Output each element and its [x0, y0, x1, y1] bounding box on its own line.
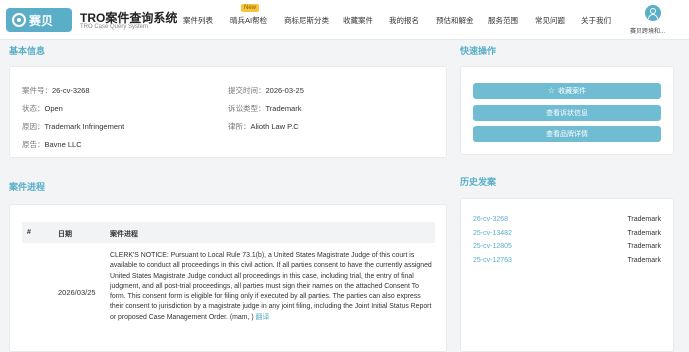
case-number-value: 26-cv-3268	[52, 86, 90, 95]
nav-my-signups[interactable]: 我的报名	[389, 15, 419, 26]
law-firm-value: Alioth Law P.C	[250, 122, 299, 131]
law-firm-row: 律所：Alioth Law P.C	[228, 121, 299, 132]
lawsuit-type-label: 诉讼类型：	[228, 104, 266, 113]
nav-faq[interactable]: 常见问题	[535, 15, 565, 26]
cause-row: 原因：Trademark Infringement	[22, 121, 124, 132]
user-avatar-icon[interactable]	[645, 5, 661, 21]
view-lawsuit-button[interactable]: 查看诉状信息	[473, 105, 661, 121]
cause-value: Trademark Infringement	[44, 122, 125, 131]
history-case-link[interactable]: 25-cv-12805	[473, 243, 512, 250]
plaintiff-value: Bavne LLC	[44, 140, 82, 149]
star-icon: ☆	[547, 86, 556, 95]
col-number: #	[27, 229, 31, 236]
progress-table-header: # 日期 案件进程	[22, 222, 435, 243]
translate-link[interactable]: 翻译	[256, 314, 270, 321]
status-row: 状态：Open	[22, 103, 63, 114]
status-label: 状态：	[22, 104, 45, 113]
history-case-type: Trademark	[627, 257, 661, 264]
nav-nice-classes[interactable]: 商标尼斯分类	[284, 15, 329, 26]
nav-ai-check[interactable]: 晴兵AI帮检	[230, 15, 267, 26]
lawsuit-type-row: 诉讼类型：Trademark	[228, 103, 301, 114]
progress-notice: CLERK'S NOTICE: Pursuant to Local Rule 7…	[110, 251, 433, 323]
logo-text: 赛贝	[29, 13, 54, 28]
case-progress-title: 案件进程	[9, 182, 46, 192]
nav-about[interactable]: 关于我们	[581, 15, 611, 26]
history-case-type: Trademark	[627, 216, 661, 223]
app-subtitle: TRO Case Query System	[80, 24, 149, 30]
history-case-link[interactable]: 25-cv-13482	[473, 230, 512, 237]
col-date: 日期	[58, 231, 72, 238]
progress-notice-text: CLERK'S NOTICE: Pursuant to Local Rule 7…	[110, 252, 432, 321]
history-case-type: Trademark	[627, 230, 661, 237]
quick-actions-title: 快速操作	[460, 46, 497, 56]
plaintiff-row: 原告：Bavne LLC	[22, 139, 82, 150]
user-name[interactable]: 赛贝跨境和...	[630, 26, 665, 35]
view-brand-button[interactable]: 查看品牌详情	[473, 126, 661, 142]
nav-settlement-estimate[interactable]: 预估和解金	[436, 15, 474, 26]
case-number-label: 案件号：	[22, 86, 52, 95]
favorite-case-button[interactable]: ☆ 收藏案件	[473, 83, 661, 99]
case-number-row: 案件号：26-cv-3268	[22, 85, 90, 96]
logo-icon	[12, 13, 26, 27]
history-title: 历史发案	[460, 177, 497, 187]
top-header: 赛贝 TRO案件查询系统 TRO Case Query System 案件列表 …	[0, 0, 689, 40]
law-firm-label: 律所：	[228, 122, 251, 131]
cause-label: 原因：	[22, 122, 45, 131]
progress-date: 2026/03/25	[58, 288, 96, 297]
history-case-type: Trademark	[627, 243, 661, 250]
favorite-case-label: 收藏案件	[558, 88, 587, 95]
col-progress: 案件进程	[110, 231, 138, 238]
view-lawsuit-label: 查看诉状信息	[546, 110, 588, 117]
status-value: Open	[44, 104, 63, 113]
plaintiff-label: 原告：	[22, 140, 45, 149]
filed-date-row: 提交时间：2026-03-25	[228, 85, 304, 96]
basic-info-title: 基本信息	[9, 46, 46, 56]
filed-date-label: 提交时间：	[228, 86, 266, 95]
nav-favorites[interactable]: 收藏案件	[343, 15, 373, 26]
lawsuit-type-value: Trademark	[265, 104, 302, 113]
nav-services[interactable]: 服务范围	[488, 15, 518, 26]
filed-date-value: 2026-03-25	[265, 86, 304, 95]
nav-case-list[interactable]: 案件列表	[183, 15, 213, 26]
view-brand-label: 查看品牌详情	[546, 131, 588, 138]
logo[interactable]: 赛贝	[6, 8, 72, 32]
history-case-link[interactable]: 26-cv-3268	[473, 216, 508, 223]
history-case-link[interactable]: 25-cv-12763	[473, 257, 512, 264]
new-badge: New	[241, 4, 260, 12]
